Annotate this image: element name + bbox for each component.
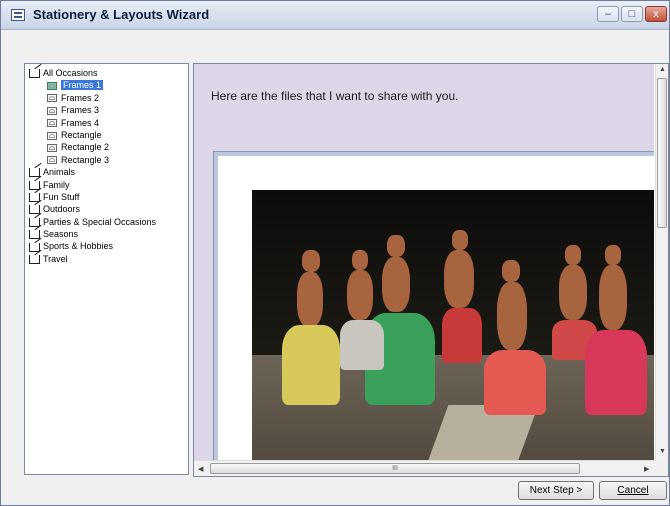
tree-item-label: Travel (43, 253, 68, 264)
scrollbar-corner (655, 460, 668, 476)
tree-item-label: Frames 4 (61, 117, 100, 128)
tree-item-label: Fun Stuff (43, 191, 80, 202)
preview-panel: Here are the files that I want to share … (193, 63, 669, 477)
scroll-up-icon[interactable]: ▲ (659, 66, 666, 73)
scroll-right-icon[interactable]: ▶ (644, 465, 649, 473)
tree-item-layout[interactable]: Rectangle 3 (29, 154, 156, 166)
tree-item-category[interactable]: Family (29, 179, 156, 191)
tree-item-label: Frames 2 (61, 92, 100, 103)
stationery-tree: All Occasions Frames 1 Frames 2 Frames 3 Fra… (29, 67, 156, 265)
category-icon (29, 168, 40, 178)
layout-icon (47, 143, 57, 152)
tree-item-label: Rectangle 3 (61, 154, 110, 165)
app-icon (11, 9, 25, 21)
minimize-button[interactable]: – (597, 6, 619, 22)
close-button[interactable]: x (645, 6, 667, 22)
next-step-button[interactable]: Next Step > (518, 481, 594, 500)
tree-item-category[interactable]: Outdoors (29, 203, 156, 215)
layout-frame (214, 152, 654, 460)
tree-item-label: Parties & Special Occasions (43, 216, 157, 227)
tree-item-category[interactable]: Animals (29, 166, 156, 178)
tree-item-label: Animals (43, 167, 76, 178)
tree-item-layout[interactable]: Frames 3 (29, 104, 156, 116)
tree-item-layout[interactable]: Frames 1 (29, 79, 156, 91)
tree-item-label: Rectangle (61, 129, 102, 140)
layout-icon (47, 119, 57, 128)
tree-item-label: Seasons (43, 229, 79, 240)
tree-item-label: Frames 3 (61, 105, 100, 116)
scroll-left-icon[interactable]: ◀ (198, 465, 203, 473)
layout-icon (47, 94, 57, 103)
tree-item-category[interactable]: Sports & Hobbies (29, 240, 156, 252)
tree-item-layout[interactable]: Frames 2 (29, 92, 156, 104)
preview-message: Here are the files that I want to share … (211, 89, 459, 103)
maximize-button[interactable]: □ (621, 6, 643, 22)
category-icon (29, 230, 40, 240)
vertical-scrollbar[interactable]: ▲ ▼ (655, 64, 668, 460)
layout-icon (47, 131, 57, 140)
horizontal-scroll-thumb[interactable]: III (210, 463, 580, 474)
wizard-window: Stationery & Layouts Wizard – □ x All Oc… (0, 0, 670, 506)
window-title: Stationery & Layouts Wizard (33, 7, 210, 22)
vertical-scroll-thumb[interactable] (657, 78, 667, 228)
tree-item-layout[interactable]: Rectangle 2 (29, 141, 156, 153)
tree-item-category[interactable]: Parties & Special Occasions (29, 216, 156, 228)
tree-item-label: All Occasions (43, 68, 98, 78)
tree-item-label: Frames 1 (61, 80, 104, 91)
stationery-tree-panel: All Occasions Frames 1 Frames 2 Frames 3 Fra… (24, 63, 189, 475)
scroll-down-icon[interactable]: ▼ (659, 448, 666, 455)
category-icon (29, 69, 40, 79)
category-icon (29, 254, 40, 264)
preview-area: Here are the files that I want to share … (194, 64, 654, 460)
title-bar: Stationery & Layouts Wizard – □ x (1, 1, 669, 30)
tree-item-category[interactable]: All Occasions (29, 67, 156, 79)
tree-item-layout[interactable]: Frames 4 (29, 117, 156, 129)
tree-item-layout[interactable]: Rectangle (29, 129, 156, 141)
layout-icon (47, 156, 57, 165)
layout-icon (47, 106, 57, 115)
tree-item-label: Rectangle 2 (61, 142, 110, 153)
tree-item-label: Outdoors (43, 204, 81, 215)
tree-item-category[interactable]: Fun Stuff (29, 191, 156, 203)
tree-item-label: Sports & Hobbies (43, 241, 114, 252)
preview-photo (252, 190, 654, 460)
tree-item-category[interactable]: Travel (29, 253, 156, 265)
cancel-button[interactable]: Cancel (599, 481, 667, 500)
tree-item-label: Family (43, 179, 70, 190)
horizontal-scrollbar[interactable]: ◀ III ▶ (194, 460, 655, 476)
tree-item-category[interactable]: Seasons (29, 228, 156, 240)
cancel-label: Cancel (617, 485, 649, 496)
layout-icon (47, 82, 57, 91)
